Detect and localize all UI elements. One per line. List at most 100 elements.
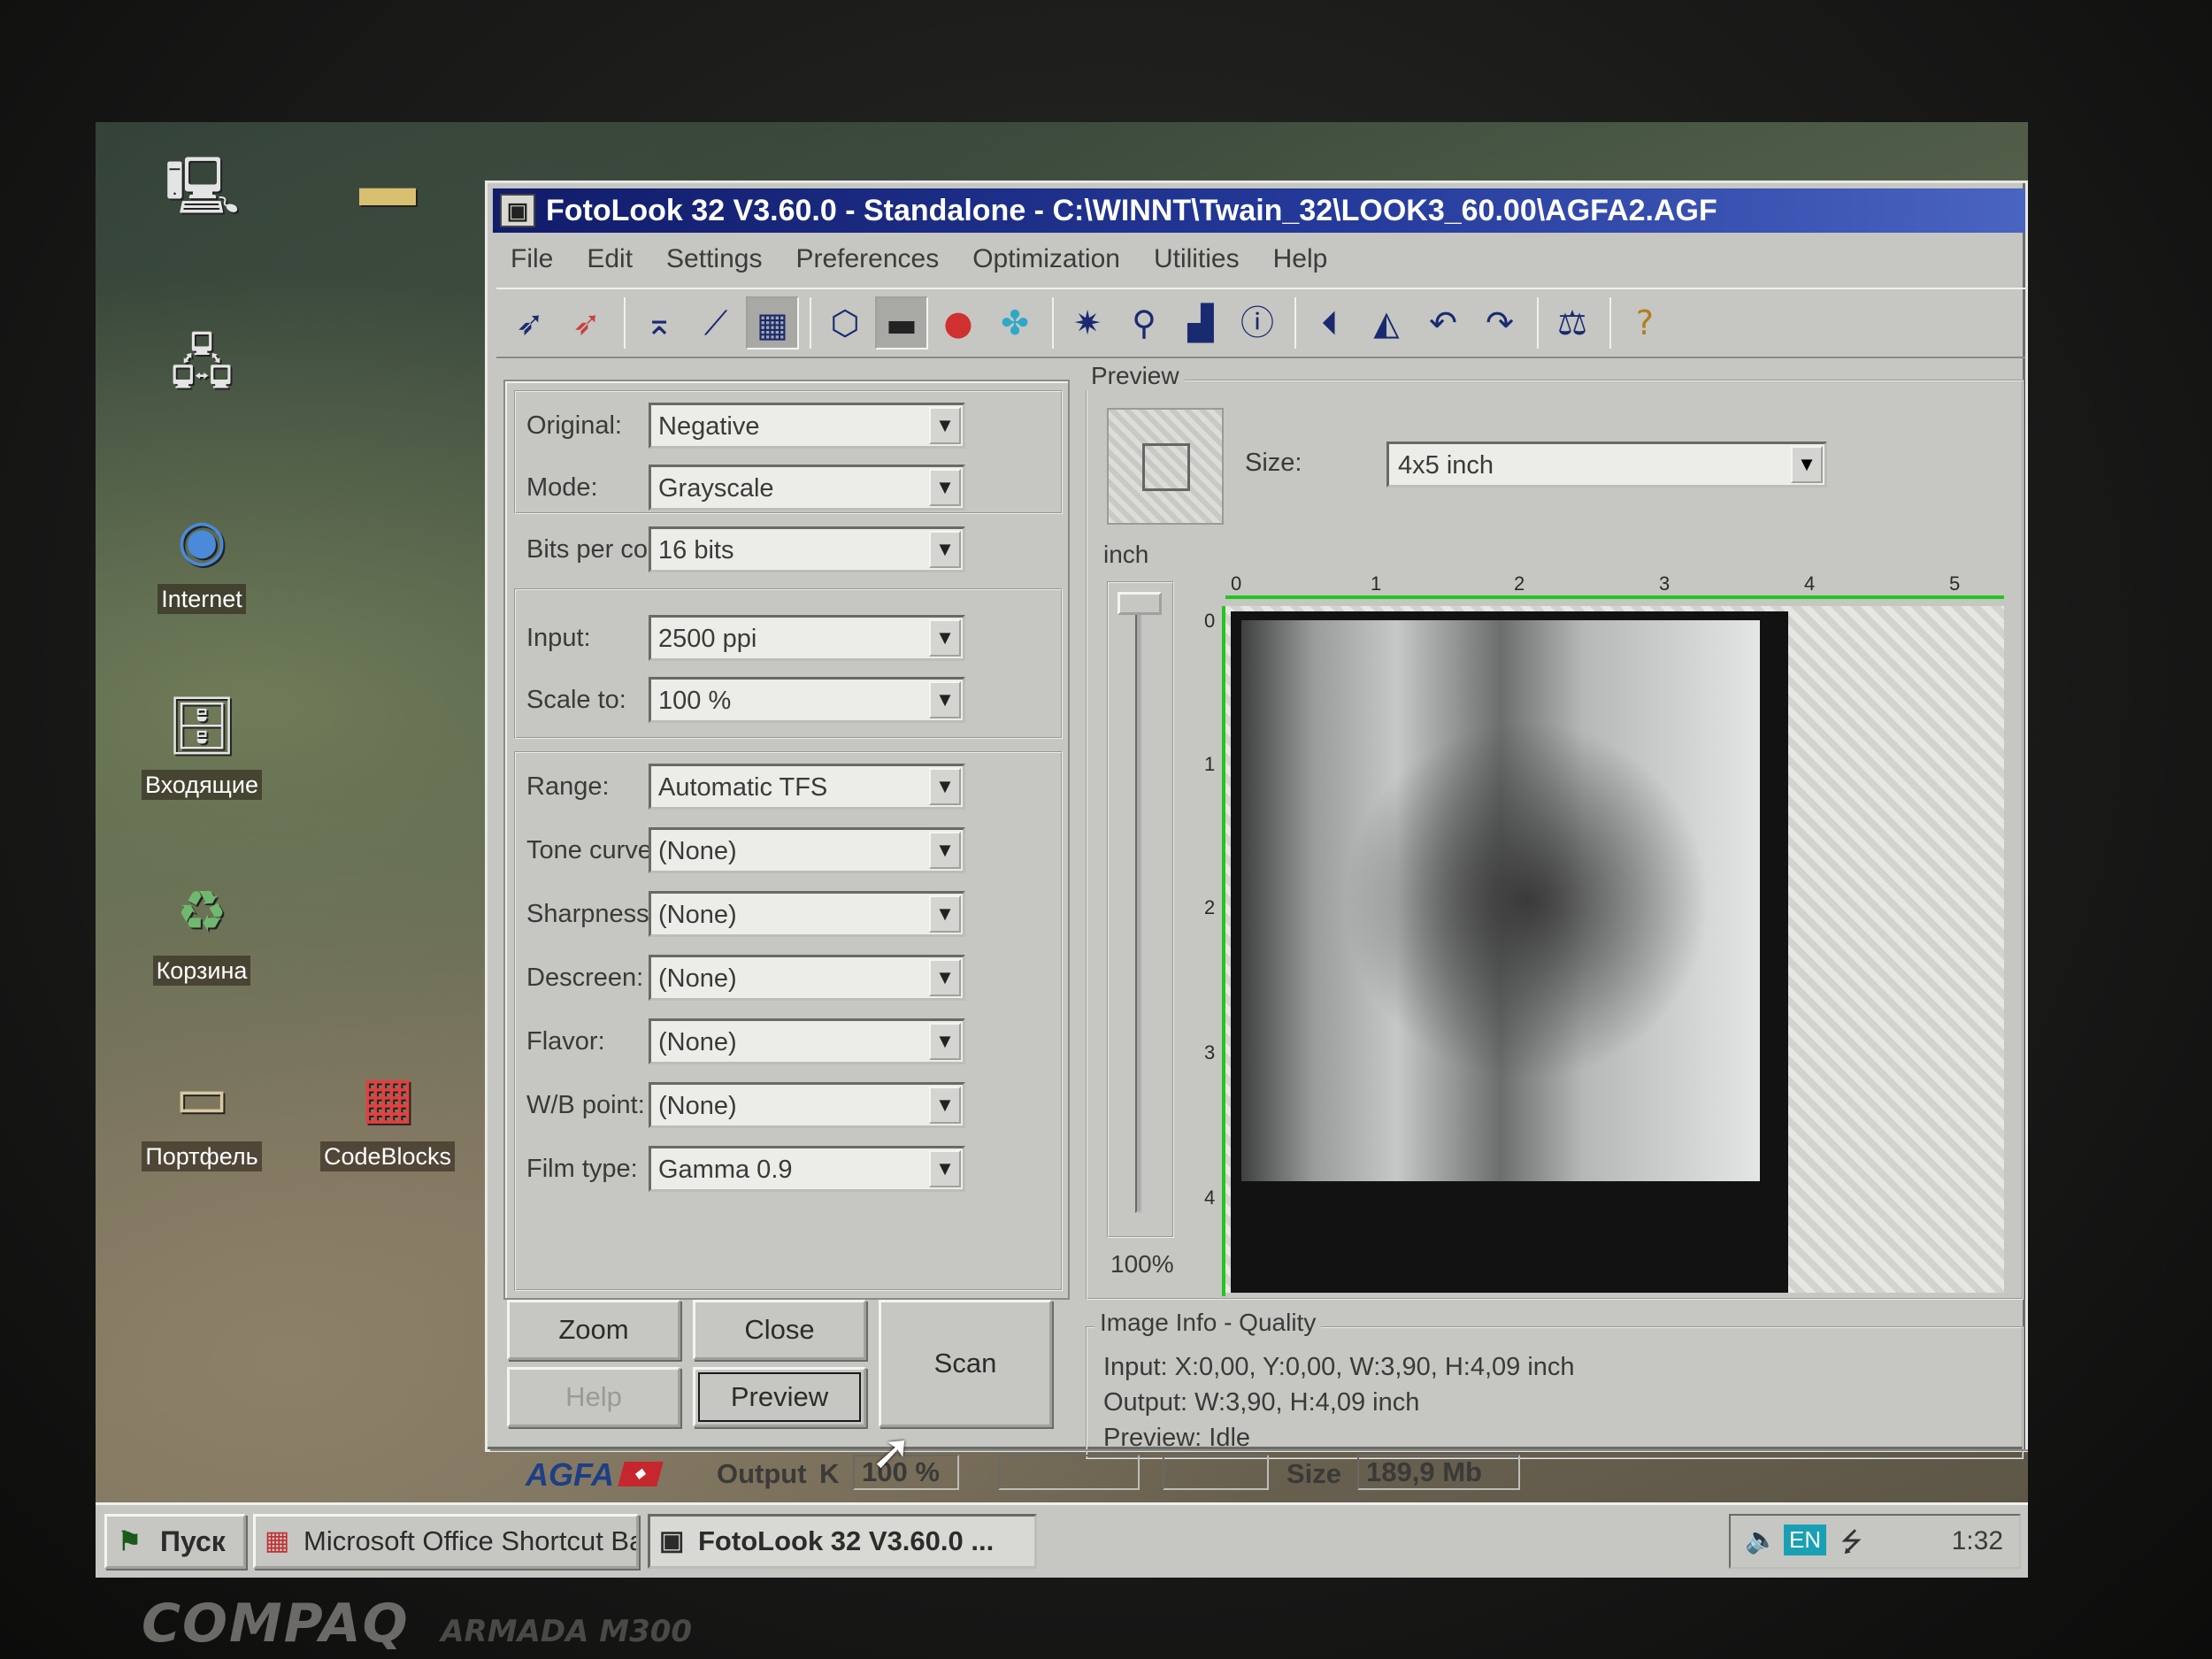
internet-globe-icon: ◉ [177, 508, 227, 572]
zoom-level: 100% [1110, 1250, 1174, 1278]
sharpness-row: Sharpness: (None) ▼ [518, 891, 1048, 937]
menu-preferences[interactable]: Preferences [781, 236, 953, 282]
flavor-select[interactable]: (None) ▼ [649, 1018, 965, 1064]
slider-thumb[interactable] [1118, 592, 1162, 615]
desktop-icon-inbox[interactable]: 🗄 Входящие [122, 688, 281, 800]
chevron-down-icon[interactable]: ▼ [929, 895, 961, 933]
chevron-down-icon[interactable]: ▼ [929, 1087, 961, 1124]
original-select[interactable]: Negative ▼ [649, 403, 965, 449]
size-label: Size: [1245, 449, 1302, 477]
menu-bar: File Edit Settings Preferences Optimizat… [496, 236, 2025, 282]
sharpness-select[interactable]: (None) ▼ [649, 891, 965, 937]
task-label: Microsoft Office Shortcut Bar [303, 1525, 639, 1556]
menu-settings[interactable]: Settings [652, 236, 776, 282]
chevron-down-icon[interactable]: ▼ [929, 959, 961, 996]
balance-icon[interactable]: ⚖ [1546, 296, 1599, 349]
histogram-icon[interactable]: ▟ [1174, 296, 1227, 349]
shape-icon[interactable]: ⬡ [818, 296, 872, 349]
chevron-down-icon[interactable]: ▼ [1791, 446, 1823, 483]
usb-icon[interactable]: ⭍ [1840, 1523, 1863, 1568]
clock[interactable]: 1:32 [1952, 1526, 2003, 1556]
task-fotolook[interactable]: ▣ FotoLook 32 V3.60.0 ... [648, 1514, 1037, 1569]
scan-button[interactable]: Scan [879, 1300, 1052, 1427]
scale-select[interactable]: 100 % ▼ [649, 677, 965, 723]
speaker-icon[interactable]: 🔈 [1745, 1525, 1778, 1555]
mode-select[interactable]: Grayscale ▼ [649, 465, 965, 511]
desktop-icon-briefcase[interactable]: ▭ Портфель [122, 1060, 281, 1171]
close-button[interactable]: Close [693, 1300, 866, 1360]
desktop-icon-folder[interactable]: ▬ [308, 149, 467, 257]
start-button[interactable]: ⚑ Пуск [104, 1514, 246, 1569]
grayscale-icon[interactable]: ▬ [875, 296, 928, 349]
desktop-icon-internet[interactable]: ◉ Internet [122, 503, 281, 614]
language-indicator[interactable]: EN [1784, 1525, 1827, 1555]
color-prescan-icon[interactable]: ➶ [560, 296, 613, 349]
toolbar-separator [624, 297, 626, 349]
menu-optimization[interactable]: Optimization [958, 236, 1134, 282]
scanned-negative-image[interactable] [1231, 611, 1788, 1293]
rgb-icon[interactable]: ● [932, 296, 985, 349]
status-empty-box [1163, 1455, 1269, 1490]
mirror-icon[interactable]: ◭ [1360, 296, 1413, 349]
descreen-select[interactable]: (None) ▼ [649, 955, 965, 1001]
windows-flag-icon: ⚑ [118, 1527, 142, 1556]
ruler-y-tick: 0 [1204, 610, 1216, 632]
desktop-icon-network[interactable]: 🖧 [122, 326, 281, 434]
wb-select[interactable]: (None) ▼ [649, 1082, 965, 1128]
pin-icon[interactable]: ⚲ [1118, 296, 1171, 349]
rotate-right-icon[interactable]: ↷ [1473, 296, 1526, 349]
menu-utilities[interactable]: Utilities [1140, 236, 1254, 282]
chevron-down-icon[interactable]: ▼ [929, 407, 961, 444]
range-select[interactable]: Automatic TFS ▼ [649, 764, 965, 810]
crop-manual-icon[interactable]: ⟋ [689, 296, 742, 349]
desktop-icon-recycle-bin[interactable]: ♻ Корзина [122, 874, 281, 986]
info-icon[interactable]: ⓘ [1231, 296, 1284, 349]
ruler-x-tick: 3 [1659, 572, 1671, 595]
tone-select[interactable]: (None) ▼ [649, 827, 965, 873]
original-label: Original: [526, 411, 622, 440]
toolbar-separator [1052, 297, 1054, 349]
crop-auto-icon[interactable]: ⌅ [633, 296, 686, 349]
prescan-icon[interactable]: ➶ [503, 296, 557, 349]
chevron-down-icon[interactable]: ▼ [929, 1150, 961, 1187]
task-office-shortcut-bar[interactable]: ▦ Microsoft Office Shortcut Bar [253, 1514, 639, 1569]
menu-help[interactable]: Help [1259, 236, 1342, 282]
bits-select[interactable]: 16 bits ▼ [649, 526, 965, 572]
output-channel: K [819, 1458, 840, 1489]
chevron-down-icon[interactable]: ▼ [929, 768, 961, 805]
computer-icon: 🖳 [165, 154, 241, 218]
film-select[interactable]: Gamma 0.9 ▼ [649, 1146, 965, 1192]
desktop-icon-label: Internet [157, 584, 246, 614]
zoom-slider[interactable] [1107, 581, 1174, 1238]
start-label: Пуск [160, 1525, 226, 1557]
chevron-down-icon[interactable]: ▼ [929, 469, 961, 506]
chevron-down-icon[interactable]: ▼ [929, 1023, 961, 1060]
chevron-down-icon[interactable]: ▼ [929, 531, 961, 568]
scale-value: 100 % [658, 687, 732, 715]
zoom-button[interactable]: Zoom [507, 1300, 680, 1360]
desktop-icon-computer[interactable]: 🖳 [122, 149, 281, 257]
grid-icon[interactable]: ▦ [746, 296, 799, 349]
chevron-down-icon[interactable]: ▼ [929, 619, 961, 657]
input-select[interactable]: 2500 ppi ▼ [649, 615, 965, 661]
rotate-left-icon[interactable]: ↶ [1417, 296, 1470, 349]
cmyk-icon[interactable]: ✤ [988, 296, 1041, 349]
flip-icon[interactable]: ⏴ [1303, 296, 1356, 349]
preview-thumbnail[interactable] [1107, 408, 1224, 525]
help-agent-icon[interactable]: ? [1618, 296, 1671, 349]
sparkle-icon[interactable]: ✷ [1061, 296, 1114, 349]
film-value: Gamma 0.9 [658, 1156, 793, 1184]
desktop-icon-codeblocks[interactable]: ▦ CodeBlocks [308, 1060, 467, 1171]
wb-value: (None) [658, 1092, 737, 1120]
menu-file[interactable]: File [496, 236, 567, 282]
mode-value: Grayscale [658, 474, 774, 503]
menu-edit[interactable]: Edit [572, 236, 647, 282]
flavor-row: Flavor: (None) ▼ [518, 1018, 1048, 1064]
preview-button[interactable]: Preview [693, 1367, 866, 1427]
ruler-x-tick: 4 [1804, 572, 1816, 595]
help-button[interactable]: Help [507, 1367, 680, 1427]
chevron-down-icon[interactable]: ▼ [929, 832, 961, 869]
chevron-down-icon[interactable]: ▼ [929, 681, 961, 718]
size-select[interactable]: 4x5 inch ▼ [1386, 442, 1827, 488]
window-titlebar[interactable]: ▣ FotoLook 32 V3.60.0 - Standalone - C:\… [493, 188, 2025, 233]
